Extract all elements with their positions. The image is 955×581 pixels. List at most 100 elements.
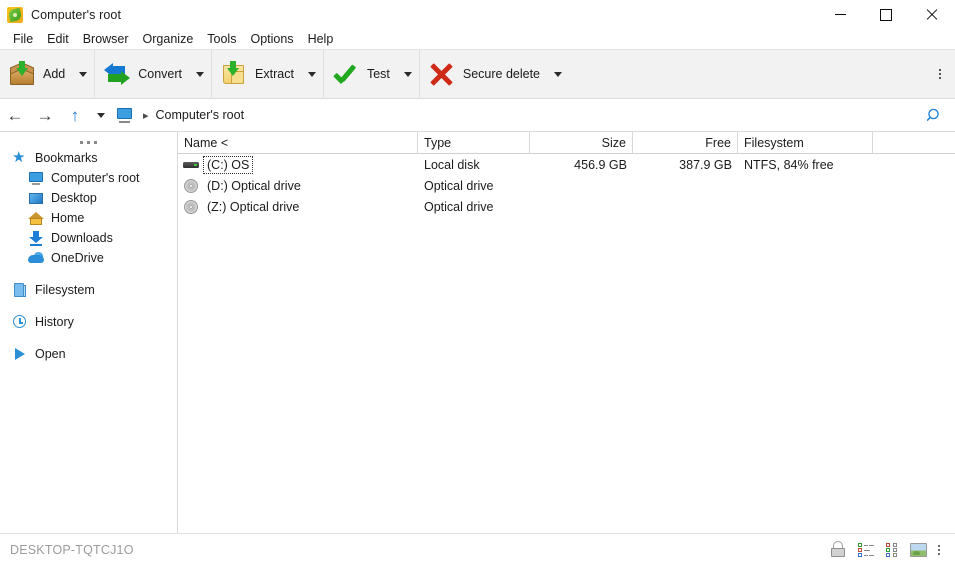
menu-item-file[interactable]: File bbox=[6, 30, 40, 48]
chevron-down-icon bbox=[554, 72, 562, 77]
sidebar-item-label: Open bbox=[35, 347, 66, 361]
sidebar-drag-handle[interactable] bbox=[0, 132, 177, 148]
sidebar-item-onedrive[interactable]: OneDrive bbox=[0, 248, 177, 268]
cell-size bbox=[530, 196, 633, 217]
sidebar-item-bookmarks[interactable]: ★ Bookmarks bbox=[0, 148, 177, 168]
convert-button[interactable]: Convert bbox=[95, 52, 189, 96]
filesystem-icon bbox=[12, 282, 28, 298]
download-icon bbox=[28, 230, 44, 246]
sidebar-item-label: Computer's root bbox=[51, 171, 140, 185]
lock-button[interactable] bbox=[827, 537, 853, 563]
forward-button[interactable]: → bbox=[30, 100, 60, 130]
extract-folder-icon bbox=[221, 61, 247, 87]
sidebar-item-history[interactable]: History bbox=[0, 312, 177, 332]
extract-button-label: Extract bbox=[255, 67, 294, 81]
window-title: Computer's root bbox=[31, 8, 121, 22]
computer-icon bbox=[28, 170, 44, 186]
sidebar-item-desktop[interactable]: Desktop bbox=[0, 188, 177, 208]
minimize-button[interactable] bbox=[817, 0, 863, 29]
cell-size: 456.9 GB bbox=[530, 154, 633, 175]
test-button[interactable]: Test bbox=[324, 52, 397, 96]
close-button[interactable] bbox=[909, 0, 955, 29]
cell-name[interactable]: (Z:) Optical drive bbox=[178, 196, 418, 217]
chevron-down-icon bbox=[196, 72, 204, 77]
column-header-name[interactable]: Name < bbox=[178, 132, 418, 153]
secure-delete-button[interactable]: Secure delete bbox=[420, 52, 547, 96]
check-mark-icon bbox=[333, 61, 359, 87]
thumbnail-view-button[interactable] bbox=[905, 537, 931, 563]
sidebar-divider bbox=[0, 332, 177, 344]
clock-icon bbox=[12, 314, 28, 330]
test-dropdown-button[interactable] bbox=[397, 52, 419, 96]
column-header-free[interactable]: Free bbox=[633, 132, 738, 153]
extract-dropdown-button[interactable] bbox=[301, 52, 323, 96]
sidebar-item-label: Home bbox=[51, 211, 84, 225]
menu-bar: File Edit Browser Organize Tools Options… bbox=[0, 29, 955, 49]
sidebar-item-open[interactable]: Open bbox=[0, 344, 177, 364]
sidebar-item-label: Filesystem bbox=[35, 283, 95, 297]
sidebar-item-downloads[interactable]: Downloads bbox=[0, 228, 177, 248]
chevron-down-icon bbox=[97, 113, 105, 118]
extract-button[interactable]: Extract bbox=[212, 52, 301, 96]
cell-name[interactable]: (C:) OS bbox=[178, 154, 418, 175]
cell-name[interactable]: (D:) Optical drive bbox=[178, 175, 418, 196]
sidebar-divider bbox=[0, 300, 177, 312]
maximize-icon bbox=[880, 9, 892, 21]
secure-delete-dropdown-button[interactable] bbox=[547, 52, 569, 96]
toolbar-group-test: Test bbox=[324, 50, 420, 98]
search-button[interactable] bbox=[919, 99, 945, 131]
list-view-button[interactable] bbox=[853, 537, 879, 563]
menu-item-edit[interactable]: Edit bbox=[40, 30, 76, 48]
maximize-button[interactable] bbox=[863, 0, 909, 29]
breadcrumb-path[interactable]: Computer's root bbox=[156, 108, 245, 122]
file-list-header: Name < Type Size Free Filesystem bbox=[178, 132, 955, 154]
cell-filesystem bbox=[738, 196, 873, 217]
menu-item-browser[interactable]: Browser bbox=[76, 30, 136, 48]
peazip-logo-icon bbox=[7, 7, 23, 23]
menu-item-organize[interactable]: Organize bbox=[136, 30, 201, 48]
breadcrumb-separator: ▸ bbox=[137, 109, 156, 122]
menu-item-options[interactable]: Options bbox=[243, 30, 300, 48]
table-row[interactable]: (Z:) Optical drive Optical drive bbox=[178, 196, 955, 217]
cell-type: Optical drive bbox=[418, 175, 530, 196]
sidebar-divider bbox=[0, 268, 177, 280]
sidebar-item-label: OneDrive bbox=[51, 251, 104, 265]
table-row[interactable]: (C:) OS Local disk 456.9 GB 387.9 GB NTF… bbox=[178, 154, 955, 175]
menu-item-help[interactable]: Help bbox=[301, 30, 341, 48]
file-list-rows: (C:) OS Local disk 456.9 GB 387.9 GB NTF… bbox=[178, 154, 955, 217]
column-header-type[interactable]: Type bbox=[418, 132, 530, 153]
red-x-icon bbox=[429, 61, 455, 87]
column-header-filesystem[interactable]: Filesystem bbox=[738, 132, 873, 153]
sidebar-item-label: Downloads bbox=[51, 231, 113, 245]
history-dropdown-button[interactable] bbox=[90, 100, 112, 130]
column-header-extra[interactable] bbox=[873, 132, 955, 153]
cell-free bbox=[633, 196, 738, 217]
add-dropdown-button[interactable] bbox=[72, 52, 94, 96]
table-row[interactable]: (D:) Optical drive Optical drive bbox=[178, 175, 955, 196]
up-button[interactable]: ↑ bbox=[60, 100, 90, 130]
content-area: ★ Bookmarks Computer's root Desktop Home… bbox=[0, 132, 955, 533]
toolbar-group-add: Add bbox=[0, 50, 95, 98]
sidebar-item-filesystem[interactable]: Filesystem bbox=[0, 280, 177, 300]
grid-view-button[interactable] bbox=[879, 537, 905, 563]
secure-delete-button-label: Secure delete bbox=[463, 67, 540, 81]
column-header-size[interactable]: Size bbox=[530, 132, 633, 153]
convert-button-label: Convert bbox=[138, 67, 182, 81]
add-button[interactable]: Add bbox=[0, 52, 72, 96]
computer-icon[interactable] bbox=[116, 108, 133, 123]
sidebar-item-label: History bbox=[35, 315, 74, 329]
convert-dropdown-button[interactable] bbox=[189, 52, 211, 96]
cell-free: 387.9 GB bbox=[633, 154, 738, 175]
menu-item-tools[interactable]: Tools bbox=[200, 30, 243, 48]
convert-arrows-icon bbox=[104, 61, 130, 87]
status-overflow-button[interactable] bbox=[931, 537, 947, 563]
chevron-down-icon bbox=[308, 72, 316, 77]
drag-handle-dots-icon bbox=[78, 133, 99, 147]
sidebar-item-computers-root[interactable]: Computer's root bbox=[0, 168, 177, 188]
arrow-left-icon: ← bbox=[7, 107, 24, 124]
cell-size bbox=[530, 175, 633, 196]
toolbar-overflow-button[interactable] bbox=[931, 50, 949, 98]
sidebar-item-home[interactable]: Home bbox=[0, 208, 177, 228]
back-button[interactable]: ← bbox=[0, 100, 30, 130]
cell-type: Optical drive bbox=[418, 196, 530, 217]
